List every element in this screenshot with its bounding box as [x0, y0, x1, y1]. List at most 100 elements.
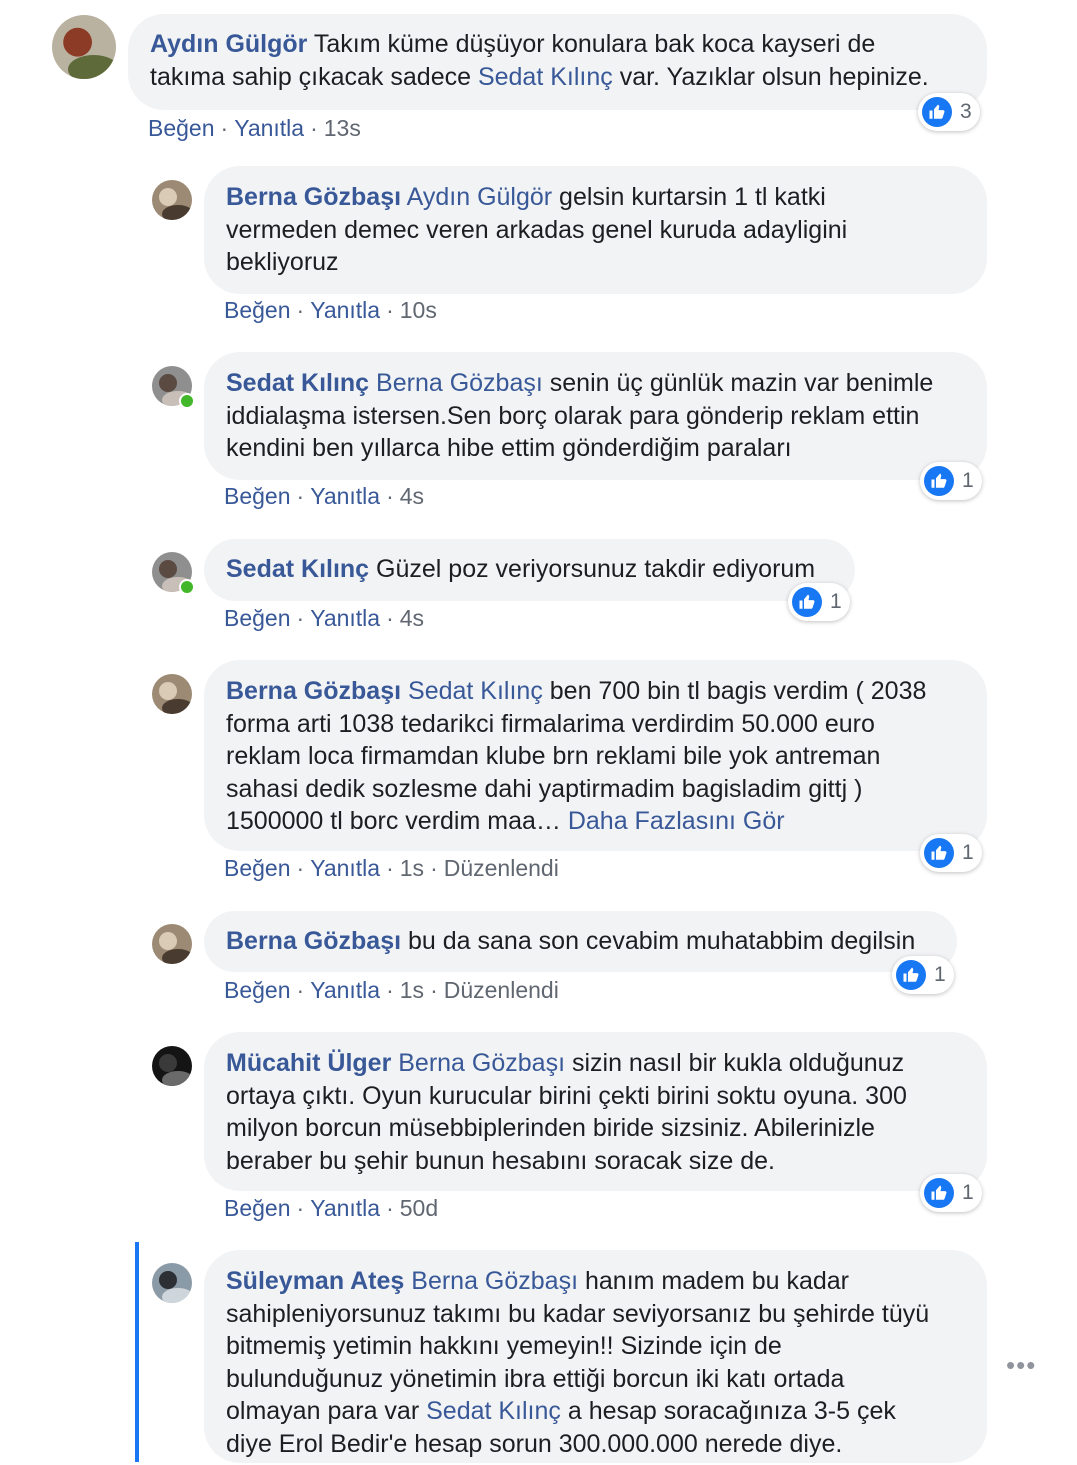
timestamp[interactable]: 1s: [400, 855, 424, 881]
separator: ·: [296, 605, 305, 631]
reply-button[interactable]: Yanıtla: [234, 115, 304, 141]
like-reaction-icon: [896, 960, 926, 990]
edited-label[interactable]: Düzenlendi: [444, 977, 559, 1003]
author-name[interactable]: Berna Gözbaşı: [226, 183, 401, 211]
reaction-number: 1: [962, 841, 974, 864]
comment-line: sahasi dedik sozlesme dahi yaptirmadim b…: [226, 773, 965, 806]
mention-link[interactable]: Sedat Kılınç: [408, 677, 543, 705]
comment-text: Takım küme düşüyor konulara bak koca kay…: [313, 30, 876, 58]
separator: ·: [386, 483, 394, 509]
mention-link[interactable]: Sedat Kılınç: [478, 63, 613, 91]
separator: ·: [386, 1195, 394, 1221]
comment-bubble: Berna Gözbaşı Aydın Gülgör gelsin kurtar…: [204, 166, 987, 294]
reply-button[interactable]: Yanıtla: [310, 605, 380, 631]
reaction-count[interactable]: 1: [920, 1174, 982, 1212]
timestamp[interactable]: 13s: [324, 115, 361, 141]
comment-text: iddialaşma istersen.Sen borç olarak para…: [226, 401, 920, 430]
timestamp[interactable]: 1s: [400, 977, 424, 1003]
comment-bubble: Berna Gözbaşı Sedat Kılınç ben 700 bin t…: [204, 660, 987, 851]
comment-line: Sedat Kılınç Berna Gözbaşı senin üç günl…: [226, 367, 965, 400]
comment-text: milyon borcun müsebbiplerinden biride si…: [226, 1114, 875, 1142]
comment-bubble: Sedat Kılınç Berna Gözbaşı senin üç günl…: [204, 352, 987, 480]
see-more-link[interactable]: Daha Fazlasını Gör: [568, 807, 785, 835]
comment-line: Mücahit Ülger Berna Gözbaşı sizin nasıl …: [226, 1047, 965, 1080]
comment-text: 1500000 tl borc verdim maa…: [226, 807, 568, 835]
comment-text: sahipleniyorsunuz takımı bu kadar seviyo…: [226, 1299, 930, 1328]
comment-line: milyon borcun müsebbiplerinden biride si…: [226, 1112, 965, 1145]
author-name[interactable]: Mücahit Ülger: [226, 1049, 391, 1077]
author-name[interactable]: Berna Gözbaşı: [226, 927, 401, 955]
timestamp[interactable]: 50d: [400, 1195, 438, 1221]
mention-link[interactable]: Aydın Gülgör: [407, 183, 552, 211]
edited-label[interactable]: Düzenlendi: [444, 855, 559, 881]
reaction-count[interactable]: 3: [918, 93, 980, 131]
author-name[interactable]: Aydın Gülgör: [150, 30, 307, 58]
author-name[interactable]: Sedat Kılınç: [226, 369, 369, 397]
comment-line: Berna Gözbaşı bu da sana son cevabim muh…: [226, 925, 935, 958]
reaction-number: 3: [960, 100, 972, 123]
separator: ·: [386, 855, 394, 881]
like-reaction-icon: [922, 97, 952, 127]
comment-text: bu da sana son cevabim muhatabbim degils…: [408, 927, 916, 955]
comment-bubble: Aydın Gülgör Takım küme düşüyor konulara…: [128, 14, 987, 110]
mention-link[interactable]: Berna Gözbaşı: [376, 369, 543, 397]
avatar[interactable]: [152, 674, 192, 714]
like-button[interactable]: Beğen: [224, 1195, 291, 1221]
comment-text: ben 700 bin tl bagis verdim ( 2038: [542, 677, 927, 705]
reply-button[interactable]: Yanıtla: [310, 483, 380, 509]
like-button[interactable]: Beğen: [148, 115, 215, 141]
like-button[interactable]: Beğen: [224, 855, 291, 881]
reply-button[interactable]: Yanıtla: [310, 1195, 380, 1221]
avatar[interactable]: [52, 15, 116, 79]
like-button[interactable]: Beğen: [224, 483, 291, 509]
separator: ·: [296, 297, 305, 323]
comment-bubble: Berna Gözbaşı bu da sana son cevabim muh…: [204, 911, 957, 972]
timestamp[interactable]: 4s: [400, 483, 424, 509]
mention-link[interactable]: Berna Gözbaşı: [398, 1049, 565, 1077]
separator: ·: [430, 855, 438, 881]
reaction-number: 1: [962, 469, 974, 492]
reaction-count[interactable]: 1: [892, 956, 954, 994]
like-button[interactable]: Beğen: [224, 297, 291, 323]
author-name[interactable]: Berna Gözbaşı: [226, 677, 401, 705]
reply-button[interactable]: Yanıtla: [310, 855, 380, 881]
comment-line: ortaya çıktı. Oyun kurucular birini çekt…: [226, 1080, 965, 1113]
reaction-count[interactable]: 1: [788, 583, 850, 621]
comment-actions: Beğen · Yanıtla · 1s · Düzenlendi: [224, 977, 559, 1004]
mention-link[interactable]: Berna Gözbaşı: [411, 1267, 578, 1295]
like-button[interactable]: Beğen: [224, 605, 291, 631]
comment-text: hanım madem bu kadar: [578, 1267, 850, 1295]
author-name[interactable]: Sedat Kılınç: [226, 555, 369, 583]
reply-button[interactable]: Yanıtla: [310, 297, 380, 323]
comment-text: forma arti 1038 tedarikci firmalarima ve…: [226, 709, 875, 738]
author-name[interactable]: Süleyman Ateş: [226, 1267, 404, 1295]
comment-line: Sedat Kılınç Güzel poz veriyorsunuz takd…: [226, 553, 833, 586]
separator: ·: [430, 977, 438, 1003]
comment-line: forma arti 1038 tedarikci firmalarima ve…: [226, 708, 965, 741]
separator: ·: [296, 977, 305, 1003]
comment-line: bulunduğunuz yönetimin ibra ettiği borcu…: [226, 1363, 965, 1396]
comment-text: olmayan para var: [226, 1397, 427, 1425]
separator: ·: [386, 977, 394, 1003]
comment-text: beraber bu şehir bunun hesabını soracak …: [226, 1146, 775, 1175]
avatar[interactable]: [152, 180, 192, 220]
reaction-count[interactable]: 1: [920, 462, 982, 500]
timestamp[interactable]: 10s: [400, 297, 437, 323]
like-reaction-icon: [924, 466, 954, 496]
avatar[interactable]: [152, 1263, 192, 1303]
comment-line: diye Erol Bedir'e hesap sorun 300.000.00…: [226, 1428, 965, 1461]
comment-line: beraber bu şehir bunun hesabını soracak …: [226, 1145, 965, 1178]
comment-actions: Beğen · Yanıtla · 1s · Düzenlendi: [224, 855, 559, 882]
reply-button[interactable]: Yanıtla: [310, 977, 380, 1003]
avatar[interactable]: [152, 1046, 192, 1086]
more-options-icon[interactable]: •••: [1006, 1350, 1036, 1381]
comment-line: bekliyoruz: [226, 246, 965, 279]
like-button[interactable]: Beğen: [224, 977, 291, 1003]
reply-thread-line: [135, 1242, 139, 1462]
timestamp[interactable]: 4s: [400, 605, 424, 631]
mention-link[interactable]: Sedat Kılınç: [426, 1397, 561, 1425]
reaction-count[interactable]: 1: [920, 834, 982, 872]
comment-text: Güzel poz veriyorsunuz takdir ediyorum: [376, 555, 816, 583]
reaction-number: 1: [830, 590, 842, 613]
avatar[interactable]: [152, 924, 192, 964]
